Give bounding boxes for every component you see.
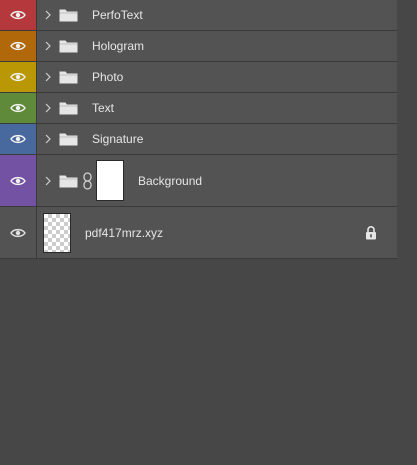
layer-name: Text xyxy=(92,101,115,115)
visibility-toggle[interactable] xyxy=(0,62,37,92)
layer-row-pdf417mrz[interactable]: pdf417mrz.xyz xyxy=(0,207,397,259)
layer-name: pdf417mrz.xyz xyxy=(85,225,164,240)
visibility-toggle[interactable] xyxy=(0,31,37,61)
eye-icon xyxy=(10,10,26,20)
visibility-toggle[interactable] xyxy=(0,155,37,206)
eye-icon xyxy=(10,176,26,185)
layer-name: Hologram xyxy=(92,39,145,53)
folder-icon xyxy=(59,132,78,146)
expand-toggle[interactable] xyxy=(43,103,53,113)
chevron-right-icon xyxy=(45,134,51,144)
eye-icon xyxy=(10,72,26,82)
visibility-toggle[interactable] xyxy=(0,0,37,30)
layer-name: Background xyxy=(138,173,203,188)
chevron-right-icon xyxy=(45,176,51,185)
eye-icon xyxy=(10,228,26,237)
eye-icon xyxy=(10,134,26,144)
layer-row-text[interactable]: Text xyxy=(0,93,397,124)
expand-toggle[interactable] xyxy=(43,41,53,51)
layer-row-background[interactable]: Background xyxy=(0,155,397,207)
layer-name: Photo xyxy=(92,70,124,84)
chain-link-icon[interactable] xyxy=(83,171,93,190)
layer-thumbnail[interactable] xyxy=(43,212,71,253)
layer-name: Signature xyxy=(92,132,144,146)
folder-icon xyxy=(59,70,78,84)
chevron-right-icon xyxy=(45,41,51,51)
expand-toggle[interactable] xyxy=(43,134,53,144)
mask-thumbnail[interactable] xyxy=(96,160,124,201)
eye-icon xyxy=(10,103,26,113)
folder-icon xyxy=(59,174,78,188)
layer-row-signature[interactable]: Signature xyxy=(0,124,397,155)
eye-icon xyxy=(10,41,26,51)
chevron-right-icon xyxy=(45,103,51,113)
visibility-toggle[interactable] xyxy=(0,93,37,123)
expand-toggle[interactable] xyxy=(43,10,53,20)
layer-row-hologram[interactable]: Hologram xyxy=(0,31,397,62)
visibility-toggle[interactable] xyxy=(0,124,37,154)
chevron-right-icon xyxy=(45,72,51,82)
expand-toggle[interactable] xyxy=(43,72,53,82)
lock-icon[interactable] xyxy=(365,225,377,240)
layer-row-photo[interactable]: Photo xyxy=(0,62,397,93)
folder-icon xyxy=(59,101,78,115)
layer-row-perfotext[interactable]: PerfoText xyxy=(0,0,397,31)
chevron-right-icon xyxy=(45,10,51,20)
expand-toggle[interactable] xyxy=(43,176,53,186)
folder-icon xyxy=(59,8,78,22)
folder-icon xyxy=(59,39,78,53)
visibility-toggle[interactable] xyxy=(0,207,37,258)
scrollbar-track[interactable] xyxy=(397,0,417,465)
layers-panel: PerfoText Hologram Photo Text Signature … xyxy=(0,0,417,465)
layer-name: PerfoText xyxy=(92,8,143,22)
